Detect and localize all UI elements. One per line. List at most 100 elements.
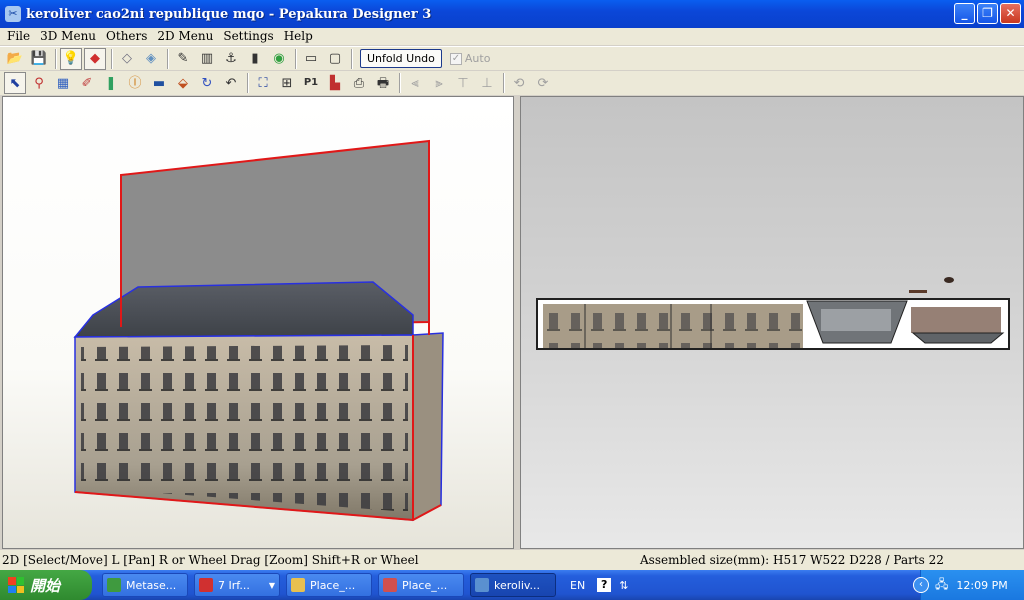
bar-chart-icon[interactable]: ▙ [324,72,346,94]
network-icon[interactable]: 🖧 [935,575,948,596]
check-icon: ✓ [449,52,462,65]
auto-label: Auto [464,52,491,65]
help-icon[interactable]: ? [597,578,612,592]
show-hidden-icons-icon[interactable]: ‹ [913,577,929,593]
small-part [944,277,954,283]
toolbar-separator [351,48,353,69]
windows-logo-icon [8,577,24,593]
language-indicator[interactable]: EN [570,579,585,592]
anchor-icon[interactable]: ⚓ [220,48,242,70]
taskbar-item-folder[interactable]: Place_... [286,573,372,597]
main-toolbar: 📂 💾 💡 ◆ ◇ ◈ ✎ ▥ ⚓ ▮ ◉ ▭ ▢ Unfold Undo ✓ … [0,46,1024,70]
taskbar: 開始 Metase... 7 Irf... ▼ Place_... Place_… [0,570,1024,600]
task-label: Metase... [126,578,177,592]
small-part [909,290,927,293]
select-arrow-icon[interactable]: ⬉ [4,72,26,94]
globe-icon[interactable]: ◉ [268,48,290,70]
split-view-icon[interactable]: ▢ [324,48,346,70]
menu-3d[interactable]: 3D Menu [35,28,101,45]
toolbar-separator [399,73,401,93]
pepakura-icon [475,578,489,592]
taskbar-item-irfanview[interactable]: 7 Irf... ▼ [194,573,280,597]
rotate-90-right-icon[interactable]: ⟳ [532,72,554,94]
task-label: Place_... [310,578,356,592]
brush-icon[interactable]: ✐ [76,72,98,94]
arrange-icon[interactable]: ⊞ [276,72,298,94]
3d-view-panel[interactable] [2,96,514,549]
align-top-icon[interactable]: ⊤ [452,72,474,94]
close-button[interactable]: ✕ [1000,3,1021,24]
leaf-icon [107,578,121,592]
align-bottom-icon[interactable]: ⊥ [476,72,498,94]
toolbar-separator [111,48,113,69]
taskbar-item-pepakura[interactable]: keroliv... [470,573,556,597]
2d-view-panel[interactable] [520,96,1024,549]
colored-cube-icon[interactable]: ◆ [84,47,106,70]
page-number-icon[interactable]: P1 [300,72,322,94]
menu-settings[interactable]: Settings [218,28,278,45]
wire-cube-icon[interactable]: ◇ [116,48,138,70]
fit-frame-icon[interactable]: ⛶ [252,72,274,94]
maximize-button[interactable]: ❐ [977,3,998,24]
cylinder-icon[interactable]: ▥ [196,48,218,70]
image-icon[interactable]: ▬ [148,72,170,94]
box-tool-icon[interactable]: ⬙ [172,72,194,94]
status-hint: 2D [Select/Move] L [Pan] R or Wheel Drag… [2,553,419,567]
pepakura-app-icon[interactable]: ✂ [5,6,21,22]
toolbar-separator [247,73,249,93]
detail-part-base [911,332,1005,344]
shaded-cube-icon[interactable]: ◈ [140,48,162,70]
3d-model-canvas[interactable] [3,97,514,549]
window-title: keroliver cao2ni republique mqo - Pepaku… [26,6,432,22]
title-bar: ✂ keroliver cao2ni republique mqo - Pepa… [0,0,1024,28]
printer-icon[interactable]: 🖶 [372,72,394,94]
auto-checkbox: ✓ Auto [449,52,491,65]
lightbulb-icon[interactable]: 💡 [60,47,82,70]
toolbar-separator [503,73,505,93]
menu-bar: File 3D Menu Others 2D Menu Settings Hel… [0,28,1024,45]
node-edit-icon[interactable]: ⚲ [28,72,50,94]
toolbar-separator [55,48,57,69]
open-folder-icon[interactable]: 📂 [4,48,26,70]
side-face [412,332,444,522]
save-icon[interactable]: 💾 [28,48,50,70]
start-button[interactable]: 開始 [0,570,92,600]
text-tool-icon[interactable]: Ⓘ [124,72,146,94]
menu-2d[interactable]: 2D Menu [152,28,218,45]
clock[interactable]: 12:09 PM [956,579,1007,592]
single-view-icon[interactable]: ▭ [300,48,322,70]
edit-toolbar: ⬉ ⚲ ▦ ✐ ❚ Ⓘ ▬ ⬙ ↻ ↶ ⛶ ⊞ P1 ▙ ⎙ 🖶 ⫷ ⫸ ⊤ ⊥… [0,71,1024,95]
menu-others[interactable]: Others [101,28,152,45]
start-label: 開始 [30,576,61,595]
facade-part-windows [543,304,803,348]
status-bar: 2D [Select/Move] L [Pan] R or Wheel Drag… [0,550,1024,570]
undo-arrow-icon[interactable]: ↶ [220,72,242,94]
film-strip-icon[interactable]: ▦ [52,72,74,94]
taskbar-item-paint[interactable]: Place_... [378,573,464,597]
rotate-90-left-icon[interactable]: ⟲ [508,72,530,94]
rotate-icon[interactable]: ↻ [196,72,218,94]
detail-parts [911,307,1001,333]
2d-layout-canvas[interactable] [521,97,1024,549]
toolbar-separator [295,48,297,69]
toolbar-separator [167,48,169,69]
align-left-icon[interactable]: ⫷ [404,72,426,94]
print-preview-icon[interactable]: ⎙ [348,72,370,94]
flag-icon[interactable]: ▮ [244,48,266,70]
pen-icon[interactable]: ✎ [172,48,194,70]
group-arrow-icon: ▼ [268,580,275,590]
align-right-icon[interactable]: ⫸ [428,72,450,94]
language-bar-icon[interactable]: ⇅ [619,579,628,592]
menu-file[interactable]: File [2,28,35,45]
minimize-button[interactable]: _ [954,3,975,24]
taskbar-item-metasequoia[interactable]: Metase... [102,573,188,597]
task-label: 7 Irf... [218,578,250,592]
system-tray: ‹ 🖧 12:09 PM [913,570,1024,600]
puzzle-icon [199,578,213,592]
unfold-undo-button[interactable]: Unfold Undo [360,49,442,68]
task-label: Place_... [402,578,448,592]
bottle-icon[interactable]: ❚ [100,72,122,94]
folder-icon [291,578,305,592]
menu-help[interactable]: Help [279,28,318,45]
window-controls: _ ❐ ✕ [954,3,1021,24]
